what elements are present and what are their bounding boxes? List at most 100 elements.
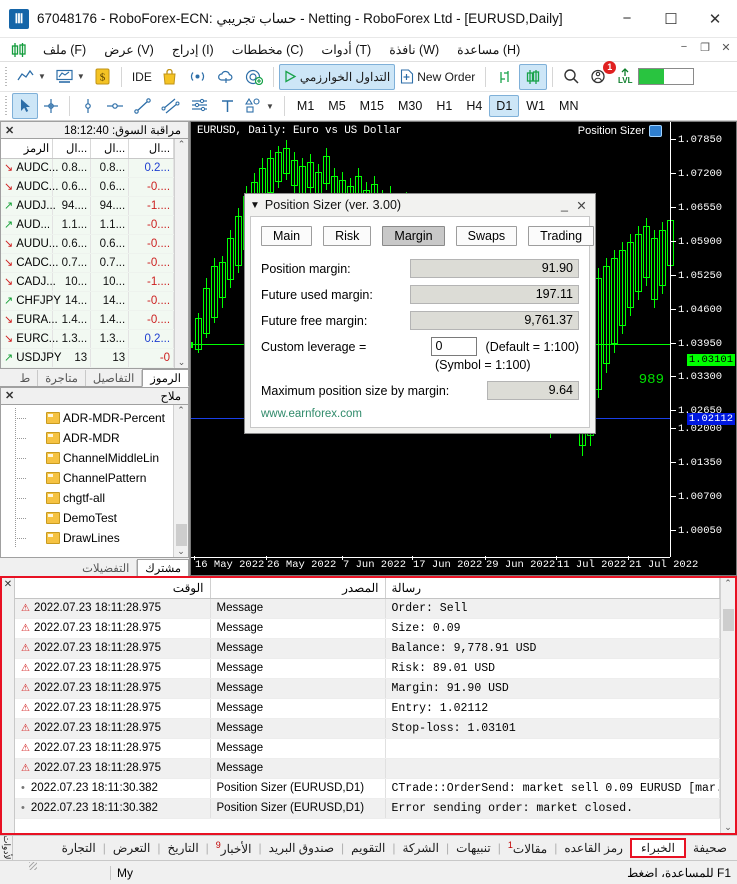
ide-button[interactable]: IDE bbox=[127, 64, 157, 90]
template-button[interactable]: ▼ bbox=[51, 64, 90, 90]
scroll-up-icon[interactable]: ⌃ bbox=[177, 405, 185, 416]
currency-button[interactable]: $ bbox=[90, 64, 116, 90]
tab-favorites[interactable]: التفضيلات bbox=[75, 560, 138, 576]
timeframe-h1[interactable]: H1 bbox=[429, 95, 459, 117]
earnforex-link[interactable]: www.earnforex.com bbox=[261, 408, 579, 420]
cursor-tool-icon[interactable] bbox=[12, 93, 38, 119]
tab-company[interactable]: الشركة bbox=[395, 839, 445, 857]
tab-swaps[interactable]: Swaps bbox=[455, 226, 518, 246]
timeframe-m1[interactable]: M1 bbox=[290, 95, 321, 117]
table-row[interactable]: ↘ AUDC... 0.6... 0.6... -0.... bbox=[1, 177, 175, 197]
bar-chart-icon[interactable] bbox=[491, 64, 519, 90]
table-row[interactable]: ↗ CHFJPY 14... 14... -0.... bbox=[1, 291, 175, 311]
scroll-down-icon[interactable]: ⌄ bbox=[178, 357, 186, 368]
timeframe-m30[interactable]: M30 bbox=[391, 95, 429, 117]
tab-trading[interactable]: متاجرة bbox=[38, 369, 86, 386]
candlestick-chart-icon[interactable] bbox=[519, 63, 548, 90]
table-row[interactable]: ⚠ 2022.07.23 18:11:28.975 Message bbox=[15, 758, 720, 779]
list-item[interactable]: DemoTest bbox=[1, 507, 173, 528]
signals-icon[interactable] bbox=[183, 64, 212, 90]
table-row[interactable]: ↗ USDJPY 13 13 -0 bbox=[1, 348, 175, 368]
stoploss-handle[interactable] bbox=[191, 342, 193, 348]
time-axis[interactable]: 16 May 2022 26 May 2022 7 Jun 2022 17 Ju… bbox=[191, 556, 698, 575]
tab-journal[interactable]: صحيفة bbox=[686, 839, 734, 857]
position-sizer-close-icon[interactable]: ✕ bbox=[573, 198, 590, 213]
market-watch-close-icon[interactable]: ✕ bbox=[5, 124, 14, 137]
tab-details[interactable]: التفاصيل bbox=[86, 369, 143, 386]
scroll-down-icon[interactable]: ⌄ bbox=[177, 546, 185, 557]
chart-type-line-button[interactable]: ▼ bbox=[12, 64, 51, 90]
list-item[interactable]: ADR-MDR-Percent bbox=[1, 407, 173, 428]
notifications-icon[interactable]: 1 bbox=[585, 60, 617, 90]
timeframe-w1[interactable]: W1 bbox=[519, 95, 552, 117]
menu-item-charts[interactable]: مخططات (C) bbox=[223, 40, 313, 59]
toolbar-grip[interactable] bbox=[3, 66, 10, 87]
mdi-minimize-button[interactable]: − bbox=[677, 41, 691, 54]
tab-mailbox[interactable]: صندوق البريد bbox=[262, 839, 341, 857]
text-tool-icon[interactable] bbox=[214, 93, 240, 119]
col-message[interactable]: رسالة bbox=[385, 578, 720, 599]
scroll-thumb[interactable] bbox=[175, 524, 187, 546]
table-row[interactable]: ↘ EURC... 1.3... 1.3... 0.2... bbox=[1, 329, 175, 349]
list-item[interactable]: ChannelPattern bbox=[1, 467, 173, 488]
scroll-thumb[interactable] bbox=[722, 609, 734, 631]
new-order-button[interactable]: New Order bbox=[395, 64, 480, 90]
list-item[interactable]: ChannelMiddleLin bbox=[1, 447, 173, 468]
tab-news[interactable]: الأخبار9 bbox=[209, 838, 259, 858]
tab-articles[interactable]: مقالات1 bbox=[501, 838, 554, 858]
list-item[interactable]: ADR-MDR bbox=[1, 427, 173, 448]
table-row[interactable]: ⚠ 2022.07.23 18:11:28.975 Message Entry: 1.… bbox=[15, 698, 720, 719]
menu-item-file[interactable]: ملف (F) bbox=[34, 40, 95, 59]
market-watch-scrollbar[interactable]: ⌃ ⌄ bbox=[174, 139, 188, 368]
close-button[interactable]: ✕ bbox=[693, 2, 737, 36]
tab-history[interactable]: التاريخ bbox=[161, 839, 206, 857]
tab-common[interactable]: مشترك bbox=[137, 559, 189, 577]
tab-risk[interactable]: Risk bbox=[323, 226, 372, 246]
col-source[interactable]: المصدر bbox=[210, 578, 386, 599]
channel-tool-icon[interactable] bbox=[156, 93, 185, 119]
col-ask[interactable]: ال... bbox=[90, 139, 130, 159]
price-axis[interactable]: 1.07850 1.07200 1.06550 1.05900 1.05250 … bbox=[670, 122, 736, 557]
timeframe-d1[interactable]: D1 bbox=[489, 95, 520, 117]
table-row[interactable]: ↘ CADJ... 10... 10... -1.... bbox=[1, 272, 175, 292]
tab-main[interactable]: Main bbox=[261, 226, 313, 246]
collapse-icon[interactable]: ▼ bbox=[250, 200, 260, 211]
cloud-icon[interactable] bbox=[212, 64, 240, 90]
market-bag-icon[interactable] bbox=[157, 64, 183, 90]
col-time[interactable]: الوقت bbox=[15, 578, 211, 599]
level-indicator-icon[interactable]: LVL bbox=[612, 64, 638, 90]
position-sizer-titlebar[interactable]: ▼ Position Sizer (ver. 3.00) _ ✕ bbox=[245, 194, 595, 216]
mdi-close-button[interactable]: ✕ bbox=[719, 41, 733, 54]
tab-more[interactable]: ط bbox=[13, 369, 39, 386]
navigator-close-icon[interactable]: ✕ bbox=[5, 389, 14, 402]
scroll-down-icon[interactable]: ⌄ bbox=[724, 822, 732, 833]
maximize-button[interactable]: ☐ bbox=[649, 2, 693, 36]
tab-code-base[interactable]: رمز القاعده bbox=[557, 839, 630, 857]
tab-symbols[interactable]: الرموز bbox=[142, 368, 189, 387]
tab-margin[interactable]: Margin bbox=[382, 226, 445, 246]
table-row[interactable]: ↘ EURA... 1.4... 1.4... -0.... bbox=[1, 310, 175, 330]
horizontal-line-tool-icon[interactable] bbox=[101, 93, 129, 119]
toolbox-side-label[interactable]: الأدوات bbox=[0, 836, 13, 860]
col-symbol[interactable]: الرمز bbox=[1, 139, 54, 159]
position-sizer-minimize-icon[interactable]: _ bbox=[556, 198, 573, 212]
table-row[interactable]: • 2022.07.23 18:11:30.382 Position Sizer (… bbox=[15, 778, 720, 799]
scroll-up-icon[interactable]: ⌃ bbox=[178, 139, 186, 150]
tab-alerts[interactable]: تنبيهات bbox=[449, 839, 498, 857]
menu-item-tools[interactable]: أدوات (T) bbox=[312, 40, 380, 59]
menu-item-insert[interactable]: إدراج (I) bbox=[163, 40, 223, 59]
shapes-tool-icon[interactable]: ▼ bbox=[240, 93, 279, 119]
custom-leverage-input[interactable]: 0 bbox=[430, 337, 477, 356]
timeframe-mn[interactable]: MN bbox=[552, 95, 585, 117]
list-item[interactable]: chgtf-all bbox=[1, 487, 173, 508]
menu-item-view[interactable]: عرض (V) bbox=[95, 40, 163, 59]
menu-item-help[interactable]: مساعدة (H) bbox=[448, 40, 529, 59]
timeframe-m5[interactable]: M5 bbox=[321, 95, 352, 117]
chart-area[interactable]: EURUSD, Daily: Euro vs US Dollar Positio… bbox=[190, 121, 737, 576]
crosshair-tool-icon[interactable] bbox=[38, 93, 64, 119]
table-row[interactable]: ↘ CADC... 0.7... 0.7... -0.... bbox=[1, 253, 175, 273]
tab-experts[interactable]: الخبراء bbox=[629, 838, 686, 858]
timeframe-m15[interactable]: M15 bbox=[353, 95, 391, 117]
table-row[interactable]: ⚠ 2022.07.23 18:11:28.975 Message Balance: … bbox=[15, 638, 720, 659]
toolbar-grip[interactable] bbox=[3, 96, 10, 116]
